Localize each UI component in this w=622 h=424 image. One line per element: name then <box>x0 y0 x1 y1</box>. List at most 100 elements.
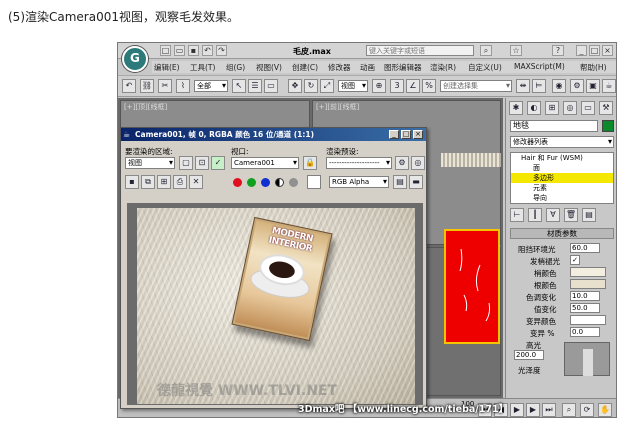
app-logo-icon[interactable]: G <box>122 46 148 72</box>
menu-rendering[interactable]: 渲染(R) <box>430 62 456 73</box>
crop-region-icon[interactable]: ⊡ <box>195 156 209 170</box>
menu-group[interactable]: 组(G) <box>226 62 245 73</box>
red-object-viewport[interactable] <box>444 229 500 344</box>
menu-animation[interactable]: 动画 <box>360 62 375 73</box>
toggle-ui-icon[interactable]: ▬ <box>409 175 423 189</box>
menu-graph-editors[interactable]: 图形编辑器 <box>384 62 422 73</box>
param-spinner[interactable]: 200.0 <box>514 350 544 360</box>
snap-icon[interactable]: 3 <box>390 79 404 93</box>
tip-color-swatch[interactable] <box>570 267 606 277</box>
make-unique-icon[interactable]: ∀ <box>546 208 560 222</box>
red-channel-icon[interactable] <box>233 178 242 187</box>
menu-create[interactable]: 创建(C) <box>292 62 318 73</box>
save-image-icon[interactable]: ▪ <box>125 175 139 189</box>
motion-tab-icon[interactable]: ◎ <box>563 101 577 115</box>
save-file-icon[interactable]: ▪ <box>188 45 199 56</box>
render-setup-button[interactable]: ⚙ <box>395 156 409 170</box>
configure-sets-icon[interactable]: ▤ <box>582 208 596 222</box>
next-frame-icon[interactable]: ▶ <box>526 403 540 417</box>
link-icon[interactable]: ⛓ <box>140 79 154 93</box>
modifier-list-select[interactable]: 修改器列表 <box>510 136 614 148</box>
menu-help[interactable]: 帮助(H) <box>580 62 607 73</box>
area-to-render-select[interactable]: 视图 <box>125 157 175 169</box>
mirror-icon[interactable]: ⇹ <box>516 79 530 93</box>
viewport-select[interactable]: Camera001 <box>231 157 299 169</box>
select-icon[interactable]: ↖ <box>232 79 246 93</box>
rfw-close-button[interactable]: × <box>413 130 423 139</box>
scale-icon[interactable]: ⤢ <box>320 79 334 93</box>
create-tab-icon[interactable]: ✱ <box>509 101 523 115</box>
zoom-icon[interactable]: ⌕ <box>562 403 576 417</box>
viewport-top-label[interactable]: [+][顶][线框] <box>124 102 167 112</box>
pivot-icon[interactable]: ⊕ <box>372 79 386 93</box>
percent-snap-icon[interactable]: % <box>422 79 436 93</box>
param-checkbox[interactable]: ✓ <box>570 255 580 265</box>
remove-modifier-icon[interactable]: 🗑 <box>564 208 578 222</box>
menu-tools[interactable]: 工具(T) <box>190 62 215 73</box>
select-name-icon[interactable]: ☰ <box>248 79 262 93</box>
rfw-maximize-button[interactable]: □ <box>401 130 411 139</box>
toggle-ui-overlay-icon[interactable]: ▤ <box>393 175 407 189</box>
selection-filter-select[interactable]: 全部 <box>194 80 228 92</box>
auto-region-icon[interactable]: ✓ <box>211 156 225 170</box>
pin-stack-icon[interactable]: ⊢ <box>510 208 524 222</box>
param-spinner[interactable]: 50.0 <box>570 303 600 313</box>
maximize-button[interactable]: □ <box>589 45 600 56</box>
quick-render-icon[interactable]: ☕ <box>602 79 616 93</box>
modifier-stack-item[interactable]: Hair 和 Fur (WSM) <box>511 153 613 163</box>
green-channel-icon[interactable] <box>247 178 256 187</box>
modifier-stack-item[interactable]: 面 <box>511 163 613 173</box>
goto-end-icon[interactable]: ⏭ <box>542 403 556 417</box>
modifier-stack-item-selected[interactable]: 多边形 <box>511 173 613 183</box>
angle-snap-icon[interactable]: ∠ <box>406 79 420 93</box>
undo-icon[interactable]: ↶ <box>202 45 213 56</box>
mutant-color-swatch[interactable] <box>570 315 606 325</box>
rotate-icon[interactable]: ↻ <box>304 79 318 93</box>
root-color-swatch[interactable] <box>570 279 606 289</box>
star-icon[interactable]: ☆ <box>510 45 522 56</box>
new-file-icon[interactable]: □ <box>160 45 171 56</box>
play-icon[interactable]: ▶ <box>510 403 524 417</box>
display-channel-select[interactable]: RGB Alpha <box>329 176 389 188</box>
render-output[interactable]: MODERN INTERIOR 徳龍視覺 WWW.TLVI.NET <box>127 203 423 405</box>
environment-button[interactable]: ◎ <box>411 156 425 170</box>
hierarchy-tab-icon[interactable]: ⊞ <box>545 101 559 115</box>
render-setup-icon[interactable]: ⚙ <box>570 79 584 93</box>
search-input[interactable]: 键入关键字或短语 <box>366 45 474 56</box>
help-icon[interactable]: ? <box>552 45 564 56</box>
menu-views[interactable]: 视图(V) <box>256 62 282 73</box>
unlink-icon[interactable]: ✂ <box>158 79 172 93</box>
material-editor-icon[interactable]: ◉ <box>552 79 566 93</box>
show-end-result-icon[interactable]: ┃ <box>528 208 542 222</box>
alpha-channel-icon[interactable] <box>275 178 284 187</box>
utilities-tab-icon[interactable]: ⚒ <box>599 101 613 115</box>
blue-channel-icon[interactable] <box>261 178 270 187</box>
reference-coord-select[interactable]: 视图 <box>338 80 368 92</box>
param-spinner[interactable]: 0.0 <box>570 327 600 337</box>
modify-tab-icon[interactable]: ◐ <box>527 101 541 115</box>
bind-icon[interactable]: ⌇ <box>176 79 190 93</box>
display-tab-icon[interactable]: ▭ <box>581 101 595 115</box>
menu-modifiers[interactable]: 修改器 <box>328 62 351 73</box>
rollout-header[interactable]: 材质参数 <box>510 228 614 239</box>
viewport-front-label[interactable]: [+][前][线框] <box>316 102 359 112</box>
render-frame-icon[interactable]: ▣ <box>586 79 600 93</box>
menu-maxscript[interactable]: MAXScript(M) <box>514 62 565 71</box>
named-selection-select[interactable]: 创建选择集 <box>440 80 512 92</box>
modifier-stack-item[interactable]: 导向 <box>511 193 613 203</box>
modifier-stack-item[interactable]: 元素 <box>511 183 613 193</box>
menu-edit[interactable]: 编辑(E) <box>154 62 180 73</box>
color-swatch-box[interactable] <box>307 175 321 189</box>
param-spinner[interactable]: 60.0 <box>570 243 600 253</box>
clear-icon[interactable]: ✕ <box>189 175 203 189</box>
binoculars-icon[interactable]: ⌕ <box>480 45 492 56</box>
mono-channel-icon[interactable] <box>289 178 298 187</box>
open-file-icon[interactable]: ▭ <box>174 45 185 56</box>
clone-window-icon[interactable]: ⊞ <box>157 175 171 189</box>
lock-viewport-icon[interactable]: 🔒 <box>303 156 317 170</box>
print-icon[interactable]: ⎙ <box>173 175 187 189</box>
object-color-swatch[interactable] <box>602 120 614 132</box>
pan-icon[interactable]: ✋ <box>598 403 612 417</box>
close-button[interactable]: × <box>602 45 613 56</box>
edit-region-icon[interactable]: ▢ <box>179 156 193 170</box>
